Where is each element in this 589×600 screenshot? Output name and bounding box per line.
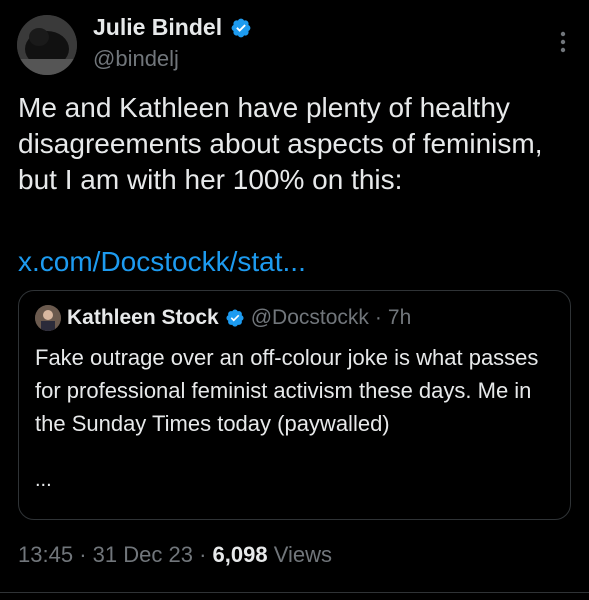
quote-display-name[interactable]: Kathleen Stock bbox=[67, 306, 219, 330]
quote-text: Fake outrage over an off-colour joke is … bbox=[35, 345, 539, 436]
more-vertical-icon[interactable] bbox=[559, 30, 567, 54]
quote-avatar-image bbox=[35, 305, 61, 331]
tweet-link[interactable]: x.com/Docstockk/stat... bbox=[18, 244, 306, 280]
views-count[interactable]: 6,098 bbox=[213, 542, 268, 567]
author-name-row: Julie Bindel bbox=[93, 14, 252, 41]
tweet-meta: 13:45 · 31 Dec 23 · 6,098 Views bbox=[18, 542, 332, 568]
quote-time[interactable]: 7h bbox=[388, 306, 411, 330]
quote-ellipsis: ... bbox=[35, 469, 52, 491]
quote-header: Kathleen Stock @Docstockk · 7h bbox=[35, 305, 411, 331]
quote-handle[interactable]: @Docstockk bbox=[251, 306, 369, 330]
quote-verified-badge-icon bbox=[226, 309, 244, 327]
author-display-name[interactable]: Julie Bindel bbox=[93, 14, 222, 41]
verified-badge-icon bbox=[231, 18, 251, 37]
meta-separator-2: · bbox=[199, 542, 207, 567]
avatar-image bbox=[17, 15, 77, 75]
views-label: Views bbox=[273, 542, 332, 567]
author-avatar[interactable] bbox=[17, 15, 77, 75]
meta-separator-1: · bbox=[79, 542, 87, 567]
quote-separator: · bbox=[374, 306, 382, 329]
divider bbox=[0, 592, 589, 593]
tweet-date[interactable]: 31 Dec 23 bbox=[93, 542, 193, 567]
tweet-time[interactable]: 13:45 bbox=[18, 542, 73, 567]
quoted-tweet-card[interactable]: Kathleen Stock @Docstockk · 7h Fake outr… bbox=[18, 290, 571, 520]
quote-avatar[interactable] bbox=[35, 305, 61, 331]
author-handle[interactable]: @bindelj bbox=[93, 46, 179, 72]
tweet-text: Me and Kathleen have plenty of healthy d… bbox=[18, 92, 543, 195]
